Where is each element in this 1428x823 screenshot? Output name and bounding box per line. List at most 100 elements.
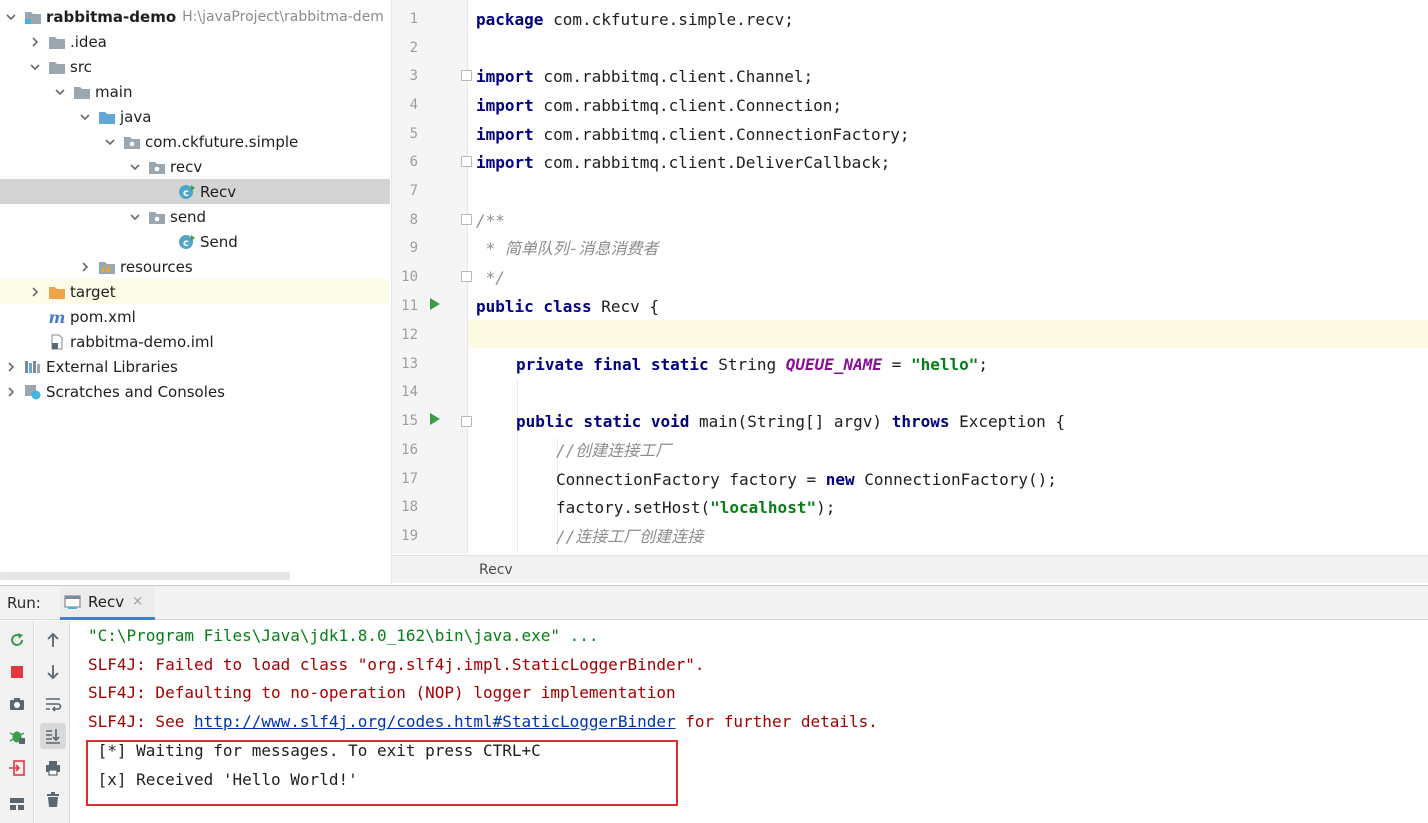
line-number: 8 xyxy=(409,212,418,228)
debug-button[interactable] xyxy=(4,723,30,749)
indent-guide xyxy=(517,380,518,554)
tree-item-scratches[interactable]: Scratches and Consoles xyxy=(0,379,390,404)
tree-item-package[interactable]: com.ckfuture.simple xyxy=(0,129,390,154)
keyword: public static void xyxy=(516,412,690,431)
tree-item-label: src xyxy=(70,57,92,76)
tree-item-pom[interactable]: m pom.xml xyxy=(0,304,390,329)
tree-item-label: java xyxy=(120,107,152,126)
folder-icon xyxy=(48,59,66,75)
tree-item-java[interactable]: java xyxy=(0,104,390,129)
keyword: import xyxy=(476,153,534,172)
run-class-icon[interactable] xyxy=(430,298,440,310)
line-number: 2 xyxy=(409,40,418,56)
package-icon xyxy=(148,159,166,175)
string-literal: "hello" xyxy=(910,355,979,374)
maven-icon: m xyxy=(48,309,66,325)
tree-item-label: pom.xml xyxy=(70,307,136,326)
tree-item-label: External Libraries xyxy=(46,357,178,376)
tree-item-main[interactable]: main xyxy=(0,79,390,104)
code-text: Recv { xyxy=(591,297,660,316)
string-literal: "localhost" xyxy=(710,498,817,517)
layout-button[interactable] xyxy=(4,791,30,817)
keyword: new xyxy=(825,470,855,489)
chevron-down-icon[interactable] xyxy=(28,60,42,74)
chevron-right-icon[interactable] xyxy=(28,285,42,299)
stop-icon xyxy=(11,666,23,678)
soft-wrap-button[interactable] xyxy=(40,691,66,717)
fold-marker-icon[interactable] xyxy=(461,271,472,282)
clear-all-button[interactable] xyxy=(40,787,66,813)
run-main-icon[interactable] xyxy=(430,413,440,425)
tree-item-idea[interactable]: .idea xyxy=(0,29,390,54)
folder-icon xyxy=(73,84,91,100)
keyword: throws xyxy=(891,412,950,431)
chevron-down-icon[interactable] xyxy=(128,210,142,224)
chevron-down-icon[interactable] xyxy=(4,10,18,24)
editor-breadcrumb[interactable]: Recv xyxy=(392,555,1428,583)
run-tab-recv[interactable]: Recv × xyxy=(60,586,156,620)
dump-threads-button[interactable] xyxy=(4,691,30,717)
scroll-to-end-icon xyxy=(46,729,60,744)
tree-item-iml[interactable]: rabbitma-demo.iml xyxy=(0,329,390,354)
tree-item-resources[interactable]: resources xyxy=(0,254,390,279)
fold-marker-icon[interactable] xyxy=(461,214,472,225)
slf4j-link[interactable]: http://www.slf4j.org/codes.html#StaticLo… xyxy=(194,712,676,731)
exit-button[interactable] xyxy=(4,755,30,781)
java-class-icon: c xyxy=(178,184,196,200)
tree-item-target[interactable]: target xyxy=(0,279,390,304)
rerun-icon xyxy=(11,633,23,646)
fold-marker-icon[interactable] xyxy=(461,416,472,427)
scroll-down-button[interactable] xyxy=(40,659,66,685)
chevron-right-icon[interactable] xyxy=(4,385,18,399)
code-text: ); xyxy=(816,498,836,517)
tree-horizontal-scrollbar[interactable] xyxy=(0,572,290,580)
rerun-button[interactable] xyxy=(4,627,30,653)
console-line-error: SLF4J: Defaulting to no-operation (NOP) … xyxy=(88,683,676,702)
source-folder-icon xyxy=(98,109,116,125)
chevron-down-icon[interactable] xyxy=(128,160,142,174)
breadcrumb-item[interactable]: Recv xyxy=(479,562,513,578)
chevron-right-icon[interactable] xyxy=(28,35,42,49)
close-icon[interactable]: × xyxy=(132,594,143,609)
tree-item-label: main xyxy=(95,82,133,101)
keyword: import xyxy=(476,67,534,86)
code-text: ConnectionFactory(); xyxy=(854,470,1057,489)
code-editor[interactable]: 1 2 3 4 5 6 7 8 9 10 11 12 13 14 15 16 1… xyxy=(391,0,1428,583)
code-line-1: package com.ckfuture.simple.recv; xyxy=(476,10,794,30)
line-number: 6 xyxy=(409,154,418,170)
scroll-up-button[interactable] xyxy=(40,627,66,653)
bug-icon xyxy=(9,731,25,744)
code-line-8: /** xyxy=(476,211,505,230)
tree-root[interactable]: rabbitma-demo H:\javaProject\rabbitma-de… xyxy=(0,4,390,29)
tree-item-label: send xyxy=(170,207,207,226)
fold-marker-icon[interactable] xyxy=(461,156,472,167)
code-text: factory.setHost( xyxy=(556,498,711,517)
tree-item-send-package[interactable]: send xyxy=(0,204,390,229)
keyword: import xyxy=(476,96,534,115)
tree-item-send-class[interactable]: c Send xyxy=(0,229,390,254)
code-line-16: //创建连接工厂 xyxy=(556,441,672,460)
fold-marker-icon[interactable] xyxy=(461,70,472,81)
tree-item-external-libraries[interactable]: External Libraries xyxy=(0,354,390,379)
tree-item-src[interactable]: src xyxy=(0,54,390,79)
current-line-highlight xyxy=(392,320,1428,348)
stop-button[interactable] xyxy=(4,659,30,685)
svg-text:m: m xyxy=(49,309,66,325)
chevron-down-icon[interactable] xyxy=(103,135,117,149)
excluded-folder-icon xyxy=(48,284,66,300)
tree-item-recv-package[interactable]: recv xyxy=(0,154,390,179)
scratches-icon xyxy=(24,384,42,400)
code-line-17: ConnectionFactory factory = new Connecti… xyxy=(556,470,1057,490)
line-number: 4 xyxy=(409,97,418,113)
tree-item-recv-class[interactable]: c Recv xyxy=(0,179,390,204)
tree-root-path: H:\javaProject\rabbitma-dem xyxy=(182,8,384,25)
code-line-9: * 简单队列-消息消费者 xyxy=(476,239,659,258)
chevron-right-icon[interactable] xyxy=(78,260,92,274)
scroll-to-end-button[interactable] xyxy=(40,723,66,749)
chevron-right-icon[interactable] xyxy=(4,360,18,374)
print-button[interactable] xyxy=(40,755,66,781)
chevron-down-icon[interactable] xyxy=(53,85,67,99)
chevron-down-icon[interactable] xyxy=(78,110,92,124)
code-line-19: //连接工厂创建连接 xyxy=(556,527,704,546)
line-number: 14 xyxy=(401,384,418,400)
